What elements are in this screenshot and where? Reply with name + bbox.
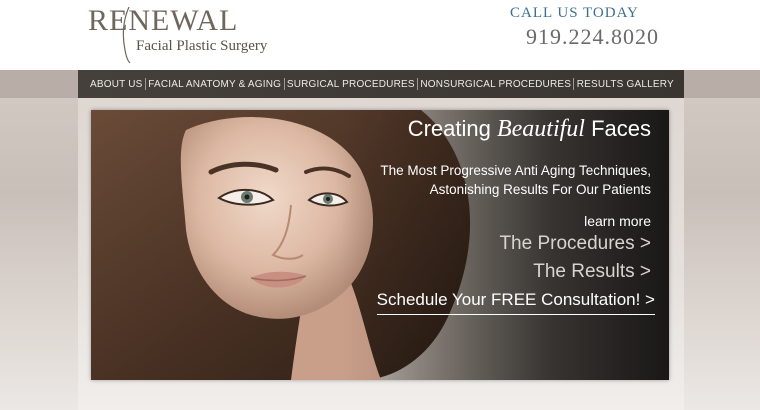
hero-title-beautiful: Beautiful [496,116,585,142]
renewal-logo[interactable]: RENEWAL Facial Plastic Surgery [88,4,278,64]
nav-item-facial-anatomy[interactable]: FACIAL ANATOMY & AGING [148,79,281,90]
logo-swoosh-icon [122,6,131,64]
hero-title: Creating Beautiful Faces [408,116,651,143]
schedule-consultation-link[interactable]: Schedule Your FREE Consultation! > [376,290,655,315]
main-nav: ABOUT US FACIAL ANATOMY & AGING SURGICAL… [0,70,760,98]
call-us-label: CALL US TODAY [510,5,639,21]
procedures-link[interactable]: The Procedures > [499,233,651,255]
results-link[interactable]: The Results > [533,261,651,283]
nav-item-about-us[interactable]: ABOUT US [90,79,143,90]
hero-subtitle-line-2: Astonishing Results For Our Patients [429,182,651,197]
nav-item-results-gallery[interactable]: RESULTS GALLERY [577,79,674,90]
learn-more-link[interactable]: learn more [584,213,651,229]
hero-title-creating: Creating [407,116,491,141]
nav-divider [417,78,419,90]
site-header: RENEWAL Facial Plastic Surgery CALL US T… [0,0,760,70]
phone-number[interactable]: 919.224.8020 [526,24,659,50]
logo-wordmark: RENEWAL [88,4,239,37]
hero-subtitle: The Most Progressive Anti Aging Techniqu… [351,161,651,199]
nav-divider [144,78,146,90]
hero-subtitle-line-1: The Most Progressive Anti Aging Techniqu… [380,163,651,178]
hero-banner: Creating Beautiful Faces The Most Progre… [91,110,669,380]
nav-divider [283,78,285,90]
logo-subtitle: Facial Plastic Surgery [136,38,268,54]
nav-item-surgical-procedures[interactable]: SURGICAL PROCEDURES [287,79,415,90]
nav-divider [573,78,575,90]
nav-item-nonsurgical-procedures[interactable]: NONSURGICAL PROCEDURES [420,79,571,90]
hero-title-faces: Faces [591,116,651,141]
